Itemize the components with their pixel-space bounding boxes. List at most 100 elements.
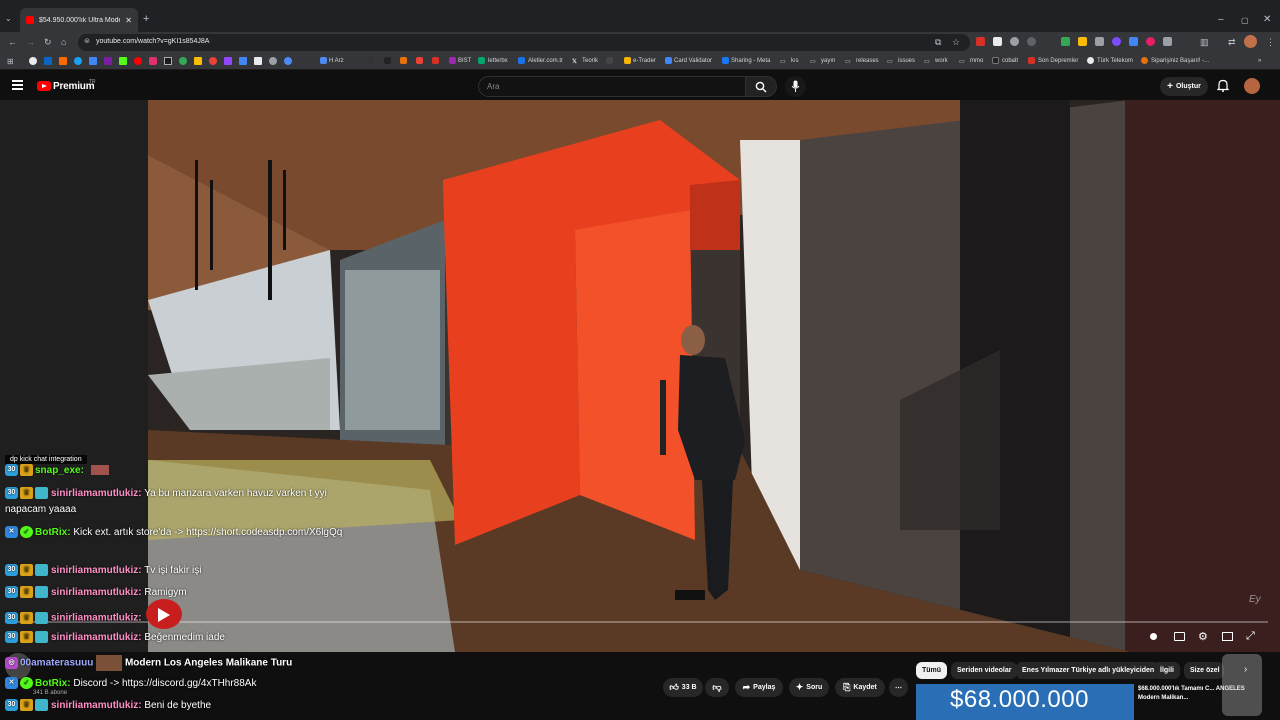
bookmark-link[interactable]: H Arz [329, 58, 344, 64]
extension-icon[interactable] [1027, 37, 1036, 46]
github-icon[interactable] [29, 57, 37, 65]
bookmark-link[interactable]: Teorik [582, 58, 598, 64]
subtitles-icon[interactable] [1174, 632, 1185, 641]
bookmark-favicon-icon [478, 57, 485, 64]
bookmark-icon[interactable] [254, 57, 262, 65]
youtube-logo-icon[interactable] [37, 81, 51, 91]
home-icon[interactable]: ⌂ [61, 37, 66, 47]
dislike-button[interactable]: 👎︎ [705, 678, 729, 697]
share-button[interactable]: ➦ Paylaş [735, 678, 783, 697]
chip-series[interactable]: Seriden videolar [951, 662, 1018, 679]
site-info-icon[interactable]: ⊜ [84, 37, 90, 47]
extension-icon[interactable] [1112, 37, 1121, 46]
settings-gear-icon[interactable]: ⚙ [1198, 630, 1208, 643]
extension-icon[interactable] [993, 37, 1002, 46]
gift-badge-icon [35, 487, 48, 500]
bookmark-icon[interactable] [284, 57, 292, 65]
chip-all[interactable]: Tümü [916, 662, 948, 679]
browser-tab[interactable]: $54.950.000'lık Ultra Modern L ✕ [20, 8, 138, 32]
apps-grid-icon[interactable]: ⊞ [7, 57, 14, 67]
search-input[interactable]: Ara [478, 76, 746, 97]
create-button[interactable]: + Oluştur [1160, 77, 1208, 96]
new-tab-icon[interactable]: + [143, 13, 149, 25]
menu-dots-icon[interactable]: ⋮ [1266, 37, 1275, 47]
bookmark-folder[interactable]: mmo [970, 58, 983, 64]
bookmark-link[interactable]: letterbx [488, 58, 508, 64]
bookmark-link[interactable]: cobalt [1002, 58, 1018, 64]
bookmark-folder[interactable]: issues [898, 58, 915, 64]
chip-for-you[interactable]: Size özel [1184, 662, 1224, 679]
theater-mode-icon[interactable] [1222, 632, 1233, 641]
bookmark-folder[interactable]: kıs [791, 58, 799, 64]
autoplay-toggle-icon[interactable] [1150, 633, 1157, 640]
profile-avatar-icon[interactable] [1244, 35, 1257, 48]
minimize-icon[interactable]: – [1218, 14, 1224, 25]
bookmark-link[interactable]: Siparişiniz Başarıl! -... [1151, 58, 1209, 64]
bookmark-link[interactable]: Card Validator [674, 58, 712, 64]
bookmark-icon[interactable] [179, 57, 187, 65]
bookmark-icon[interactable] [104, 57, 112, 65]
bookmark-icon[interactable] [59, 57, 67, 65]
bookmark-icon[interactable] [194, 57, 202, 65]
forward-icon[interactable]: → [26, 37, 35, 47]
extension-icon[interactable] [1010, 37, 1019, 46]
tab-list-icon[interactable]: ⌄ [5, 14, 12, 23]
bookmark-link[interactable]: Son Depremler [1038, 58, 1078, 64]
bookmark-link[interactable]: e-Trader [633, 58, 656, 64]
channel-watermark[interactable]: Ey [1249, 594, 1261, 605]
bookmark-folder[interactable]: work [935, 58, 948, 64]
bookmark-icon[interactable] [269, 57, 277, 65]
recommended-thumbnail[interactable]: $68.000.000 [916, 684, 1134, 720]
chat-message: 30 ♛ sinirliamamutlukiz: Beni de byethe [5, 698, 345, 714]
user-avatar[interactable] [1244, 78, 1260, 94]
extension-icon[interactable] [1129, 37, 1138, 46]
address-bar[interactable]: youtube.com/watch?v=gKI1s854J8A [78, 34, 970, 51]
bookmark-link[interactable]: Aletler.com.tr [528, 58, 563, 64]
x-icon[interactable] [164, 57, 172, 65]
twitch-icon[interactable] [224, 57, 232, 65]
notifications-bell-icon[interactable] [1217, 79, 1229, 92]
hamburger-menu-icon[interactable] [12, 80, 23, 90]
voice-search-button[interactable] [785, 76, 806, 97]
ask-button[interactable]: ✦ Soru [789, 678, 829, 697]
translate-icon[interactable]: ⇄ [1228, 37, 1236, 47]
close-window-icon[interactable]: ✕ [1263, 14, 1271, 25]
side-panel-icon[interactable]: ▥ [1200, 37, 1209, 47]
bookmark-folder[interactable]: yayın [821, 58, 835, 64]
more-actions-button[interactable]: ⋯ [889, 678, 908, 697]
bookmark-link[interactable]: Türk Telekom [1097, 58, 1133, 64]
maximize-icon[interactable]: ▢ [1241, 16, 1249, 25]
bookmark-icon[interactable] [209, 57, 217, 65]
bookmark-star-icon[interactable]: ☆ [952, 37, 960, 47]
bookmark-link[interactable]: Sharing - Meta [731, 58, 770, 64]
youtube-icon[interactable] [134, 57, 142, 65]
reload-icon[interactable]: ↻ [44, 37, 52, 47]
extensions-puzzle-icon[interactable] [1163, 37, 1172, 46]
bookmark-icon[interactable] [89, 57, 97, 65]
search-button[interactable] [746, 76, 777, 97]
tab-close-icon[interactable]: ✕ [125, 16, 132, 25]
instagram-icon[interactable] [149, 57, 157, 65]
fullscreen-icon[interactable]: ⤢ [1246, 630, 1255, 643]
bookmark-favicon-icon [449, 57, 456, 64]
bookmark-icon[interactable] [74, 57, 82, 65]
extension-icon[interactable] [1146, 37, 1155, 46]
bookmark-icon[interactable] [239, 57, 247, 65]
back-icon[interactable]: ← [8, 37, 17, 47]
extension-icon[interactable] [1078, 37, 1087, 46]
bookmark-folder[interactable]: releases [856, 58, 879, 64]
save-button[interactable]: ⎘ Kaydet [835, 678, 885, 697]
bookmark-link[interactable]: BIST [458, 58, 471, 64]
like-button[interactable]: 👍︎ 33 B [663, 678, 703, 697]
bookmarks-overflow-icon[interactable]: » [1258, 58, 1261, 64]
kick-icon[interactable] [119, 57, 127, 65]
extension-icon[interactable] [1061, 37, 1070, 46]
install-app-icon[interactable]: ⧉ [935, 37, 941, 47]
chip-related[interactable]: İlgili [1154, 662, 1180, 679]
chip-uploader[interactable]: Enes Yılmazer Türkiye adlı yükleyiciden [1016, 662, 1161, 679]
sub-badge-icon: 30 [5, 564, 18, 577]
bookmark-favicon-icon [665, 57, 672, 64]
extension-icon[interactable] [1095, 37, 1104, 46]
extension-icon[interactable] [976, 37, 985, 46]
linkedin-icon[interactable] [44, 57, 52, 65]
